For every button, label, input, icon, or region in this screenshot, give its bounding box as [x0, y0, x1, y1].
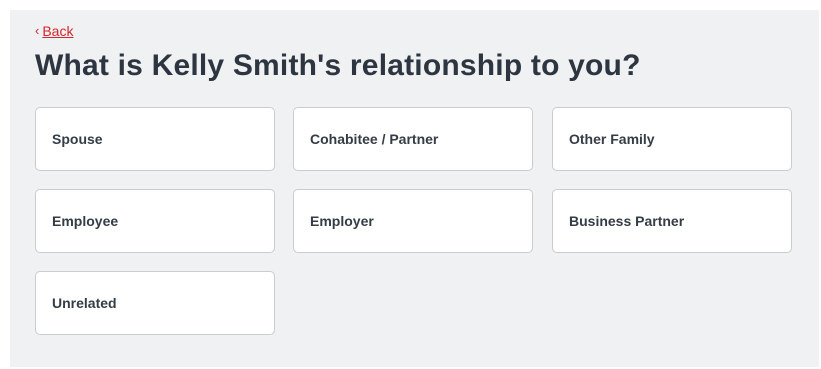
chevron-left-icon: ‹: [35, 23, 40, 38]
option-cohabitee-partner[interactable]: Cohabitee / Partner: [293, 107, 533, 171]
page-title: What is Kelly Smith's relationship to yo…: [35, 49, 641, 82]
option-label: Employee: [52, 213, 119, 229]
option-label: Employer: [310, 213, 374, 229]
option-business-partner[interactable]: Business Partner: [552, 189, 792, 253]
back-link-label: Back: [42, 23, 74, 39]
option-other-family[interactable]: Other Family: [552, 107, 792, 171]
option-unrelated[interactable]: Unrelated: [35, 271, 275, 335]
option-employer[interactable]: Employer: [293, 189, 533, 253]
back-link[interactable]: ‹ Back: [35, 22, 73, 40]
option-employee[interactable]: Employee: [35, 189, 275, 253]
option-label: Unrelated: [52, 295, 117, 311]
option-label: Spouse: [52, 131, 103, 147]
option-label: Other Family: [569, 131, 655, 147]
option-spouse[interactable]: Spouse: [35, 107, 275, 171]
option-label: Cohabitee / Partner: [310, 131, 439, 147]
question-panel: ‹ Back What is Kelly Smith's relationshi…: [10, 10, 819, 367]
option-label: Business Partner: [569, 213, 685, 229]
